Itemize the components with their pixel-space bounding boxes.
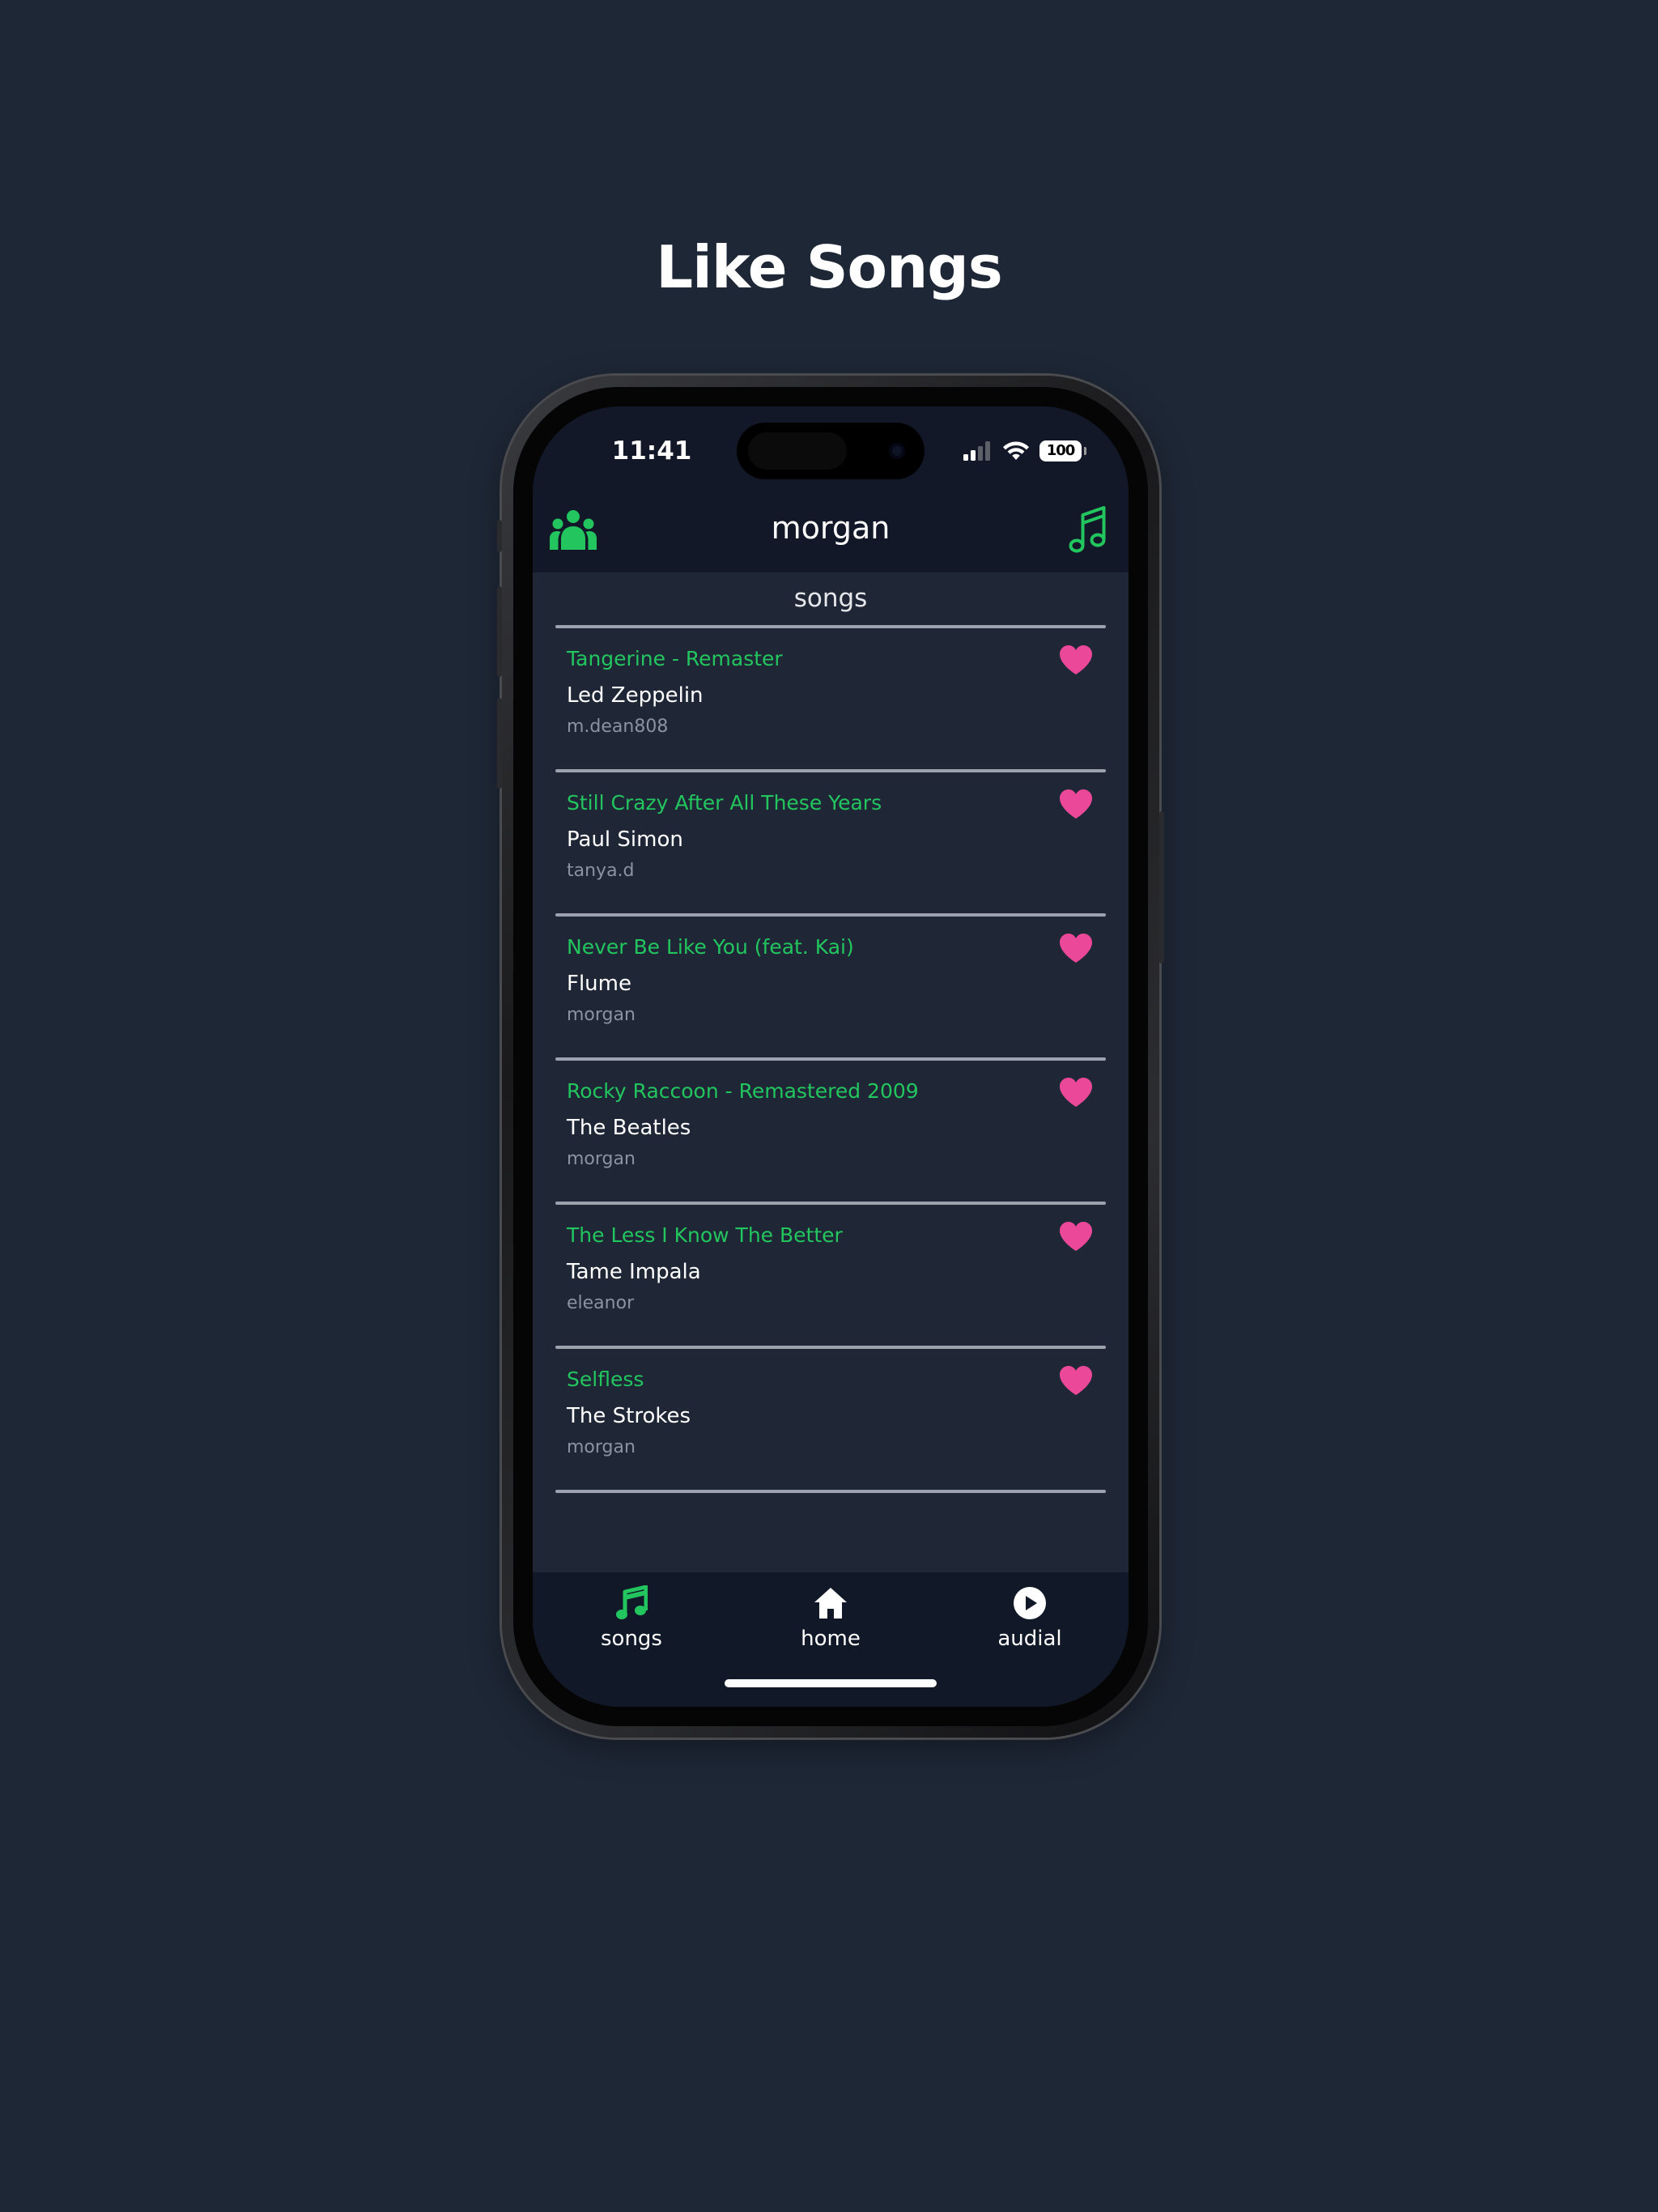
song-artist: Flume <box>567 972 631 996</box>
play-circle-icon <box>1014 1587 1046 1619</box>
music-note-icon <box>616 1585 648 1619</box>
song-list-item[interactable]: Never Be Like You (feat. Kai) Flume morg… <box>555 917 1106 1057</box>
front-camera <box>889 443 905 459</box>
dynamic-island <box>737 423 925 479</box>
song-list-item[interactable]: Rocky Raccoon - Remastered 2009 The Beat… <box>555 1061 1106 1202</box>
home-icon <box>814 1588 847 1619</box>
song-artist: The Strokes <box>567 1404 691 1428</box>
wifi-icon <box>1003 441 1029 460</box>
shared-by-user: m.dean808 <box>567 717 669 737</box>
song-title: Tangerine - Remaster <box>567 647 783 670</box>
battery-indicator: 100 <box>1039 440 1086 462</box>
song-list-item[interactable]: Tangerine - Remaster Led Zeppelin m.dean… <box>555 628 1106 769</box>
power-button <box>1159 811 1164 963</box>
header-title: morgan <box>771 510 891 546</box>
island-sensor <box>748 432 847 470</box>
song-list-item[interactable]: Selfless The Strokes morgan <box>555 1349 1106 1490</box>
shared-by-user: eleanor <box>567 1293 635 1313</box>
song-title: Selfless <box>567 1368 644 1391</box>
tab-label: audial <box>997 1627 1062 1651</box>
shared-by-user: morgan <box>567 1437 636 1457</box>
song-artist: Tame Impala <box>567 1260 701 1284</box>
app-screen: 11:41 100 morgan songs Tangerine - Remas… <box>533 406 1129 1707</box>
status-icons: 100 <box>963 439 1086 463</box>
volume-down-button <box>497 698 502 789</box>
tab-home[interactable]: home <box>766 1585 895 1666</box>
tab-label: songs <box>601 1627 662 1651</box>
shared-by-user: morgan <box>567 1149 636 1169</box>
tab-audial[interactable]: audial <box>965 1585 1095 1666</box>
home-indicator[interactable] <box>725 1679 937 1687</box>
status-time: 11:41 <box>611 436 692 466</box>
shared-by-user: morgan <box>567 1005 636 1025</box>
app-header: 11:41 100 morgan <box>533 406 1129 572</box>
shared-by-user: tanya.d <box>567 861 635 881</box>
song-title: Never Be Like You (feat. Kai) <box>567 935 854 959</box>
song-list-item[interactable]: Still Crazy After All These Years Paul S… <box>555 772 1106 913</box>
heart-icon[interactable] <box>1059 789 1093 819</box>
cellular-signal-icon <box>963 441 990 461</box>
song-title: Rocky Raccoon - Remastered 2009 <box>567 1079 919 1103</box>
section-title: songs <box>793 584 868 613</box>
volume-up-button <box>497 586 502 677</box>
action-button <box>497 520 502 552</box>
song-list-item[interactable]: The Less I Know The Better Tame Impala e… <box>555 1205 1106 1346</box>
heart-icon[interactable] <box>1059 1221 1093 1252</box>
page-headline: Like Songs <box>656 233 1002 301</box>
tab-songs[interactable]: songs <box>567 1585 696 1666</box>
heart-icon[interactable] <box>1059 1365 1093 1396</box>
heart-icon[interactable] <box>1059 1077 1093 1108</box>
song-title: The Less I Know The Better <box>567 1223 843 1247</box>
list-divider <box>555 1490 1106 1493</box>
song-artist: Led Zeppelin <box>567 683 704 708</box>
song-title: Still Crazy After All These Years <box>567 791 882 815</box>
song-artist: Paul Simon <box>567 827 683 852</box>
phone-frame: 11:41 100 morgan songs Tangerine - Remas… <box>497 376 1164 1738</box>
song-artist: The Beatles <box>567 1116 691 1140</box>
tab-label: home <box>801 1627 861 1651</box>
music-note-icon[interactable] <box>1069 505 1107 554</box>
heart-icon[interactable] <box>1059 644 1093 675</box>
liked-songs-list: Tangerine - Remaster Led Zeppelin m.dean… <box>555 625 1106 1493</box>
heart-icon[interactable] <box>1059 933 1093 963</box>
